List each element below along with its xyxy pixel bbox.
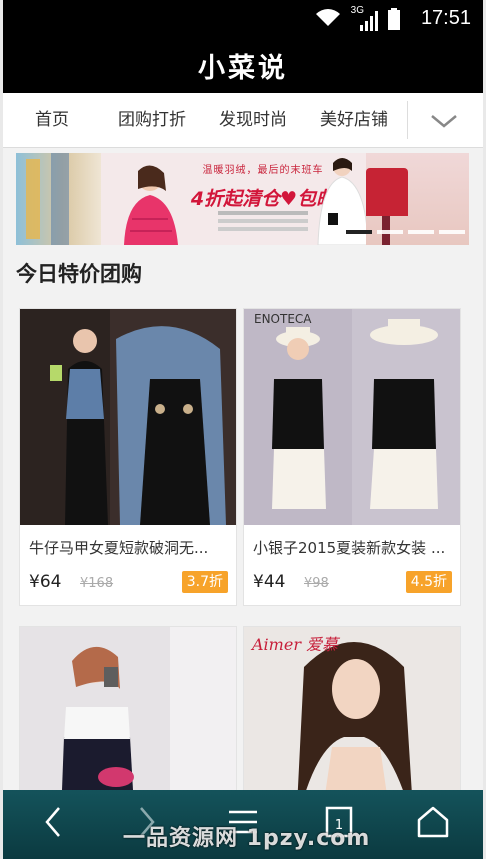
battery-icon	[388, 8, 400, 30]
watermark-text: 一品资源网 1pzy.com	[123, 826, 371, 851]
carousel-dot[interactable]	[377, 230, 403, 234]
product-price: ¥64	[29, 572, 62, 592]
section-title: 今日特价团购	[16, 262, 142, 286]
banner-mailbox-image	[366, 168, 408, 216]
product-name: 牛仔马甲女夏短款破洞无...	[29, 539, 209, 557]
product-card[interactable]: ENOTECA 小银子2015夏装新款女装 ... ¥44 ¥98 4.5折	[243, 308, 461, 606]
carousel-dot[interactable]	[439, 230, 465, 234]
category-nav: 首页 团购打折 发现时尚 美好店铺	[3, 93, 483, 148]
tab-home[interactable]: 首页	[35, 93, 69, 147]
carousel-dot[interactable]	[346, 230, 372, 234]
banner-background-left	[16, 153, 101, 245]
promo-banner[interactable]: 温暖羽绒，最后的末班车 4折起清仓♥包邮	[16, 153, 469, 245]
tab-discover-fashion[interactable]: 发现时尚	[219, 93, 287, 147]
tab-group-discount[interactable]: 团购打折	[118, 93, 186, 147]
phone-screen: 3G 17:51 小菜说 首页 团购打折 发现时尚 美好店铺 温暖羽绒，最后的末…	[3, 0, 483, 859]
product-image: ENOTECA	[244, 309, 460, 525]
product-original-price: ¥168	[80, 576, 114, 591]
app-header: 小菜说	[3, 38, 483, 93]
product-original-price: ¥98	[304, 576, 329, 591]
app-title: 小菜说	[198, 53, 288, 84]
discount-badge: 3.7折	[181, 571, 228, 593]
back-icon[interactable]	[29, 802, 77, 842]
signal-icon	[360, 11, 378, 31]
status-time: 17:51	[420, 7, 471, 29]
product-image	[20, 309, 236, 525]
carousel-indicator	[346, 230, 466, 235]
chevron-down-icon[interactable]	[419, 101, 469, 139]
banner-model-image	[124, 165, 178, 245]
nav-divider	[407, 101, 408, 139]
carousel-dot[interactable]	[408, 230, 434, 234]
wifi-icon	[316, 9, 340, 26]
status-bar: 3G 17:51	[3, 0, 483, 38]
tab-nice-shops[interactable]: 美好店铺	[320, 93, 388, 147]
product-name: 小银子2015夏装新款女装 ...	[253, 539, 446, 557]
svg-text:ENOTECA: ENOTECA	[254, 312, 312, 326]
product-card[interactable]: 牛仔马甲女夏短款破洞无... ¥64 ¥168 3.7折	[19, 308, 237, 606]
status-icons: 3G	[281, 5, 401, 31]
home-icon[interactable]	[409, 802, 457, 842]
brand-logo: Aimer 爱慕	[252, 635, 339, 654]
discount-badge: 4.5折	[405, 571, 452, 593]
product-price: ¥44	[253, 572, 286, 592]
